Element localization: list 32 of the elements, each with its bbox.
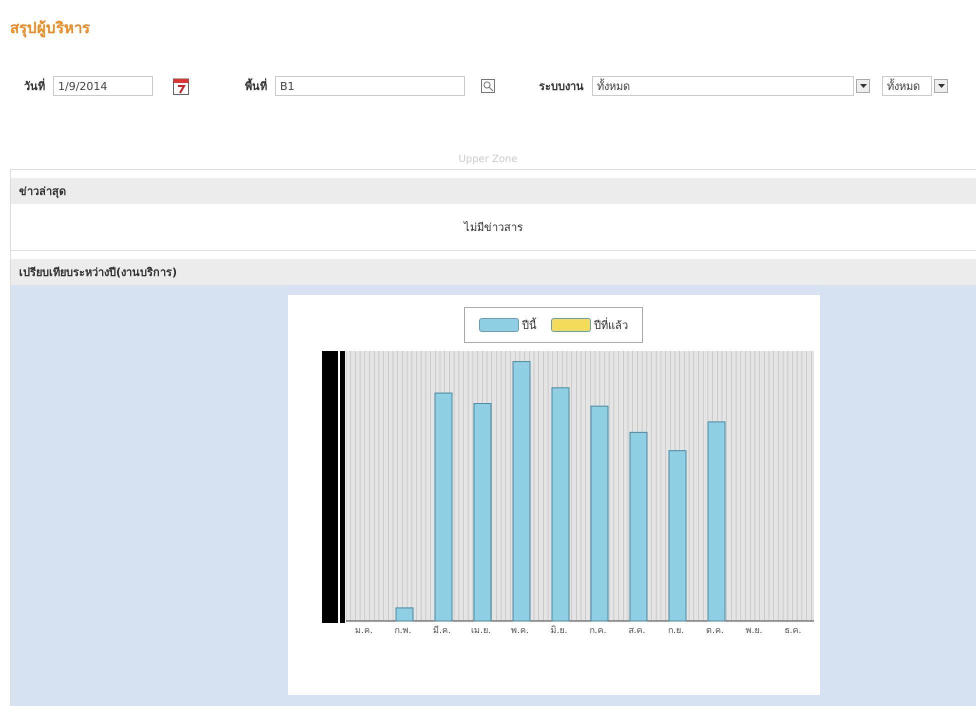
date-field[interactable]: 1/9/2014 — [53, 76, 153, 96]
caret-icon — [860, 84, 866, 88]
system-label: ระบบงาน — [539, 79, 584, 95]
caret-icon — [938, 84, 944, 88]
section-header: เปรียบเทียบระหว่างปี(งานบริการ) — [11, 259, 976, 285]
month-label: ม.ค. — [354, 625, 374, 637]
calendar-icon[interactable] — [173, 77, 189, 95]
month-label: ต.ค. — [705, 625, 725, 637]
month-label: มี.ค. — [432, 624, 452, 637]
sub-system-dropdown[interactable]: ทั้งหมด — [882, 76, 932, 96]
news-message: ไม่มีข่าวสาร — [11, 204, 976, 251]
page-title: สรุปผู้บริหาร — [9, 18, 90, 40]
month-label: เม.ย. — [470, 625, 492, 637]
area-field[interactable]: B1 — [275, 76, 465, 96]
area-label: พื้นที่ — [245, 77, 267, 95]
month-label: พ.ย. — [744, 625, 764, 637]
search-icon[interactable] — [481, 79, 495, 93]
date-label: วันที่ — [24, 77, 45, 95]
month-label: พ.ค. — [510, 625, 530, 637]
month-label: ก.พ. — [394, 625, 412, 637]
month-label: ส.ค. — [628, 625, 646, 637]
month-label: ก.ย. — [667, 625, 685, 637]
legend-label: ปีนี้ — [522, 316, 537, 334]
month-label: ก.ค. — [588, 625, 608, 637]
chart-bar — [395, 607, 413, 622]
dropdown-button[interactable] — [934, 79, 948, 93]
dropdown-button[interactable] — [856, 79, 870, 93]
month-label: มิ.ย. — [550, 624, 568, 637]
month-label: ธ.ค. — [784, 625, 802, 637]
legend-label: ปีที่แล้ว — [594, 316, 628, 334]
system-dropdown[interactable]: ทั้งหมด — [592, 76, 854, 96]
section-header: ข่าวล่าสุด — [11, 178, 976, 204]
